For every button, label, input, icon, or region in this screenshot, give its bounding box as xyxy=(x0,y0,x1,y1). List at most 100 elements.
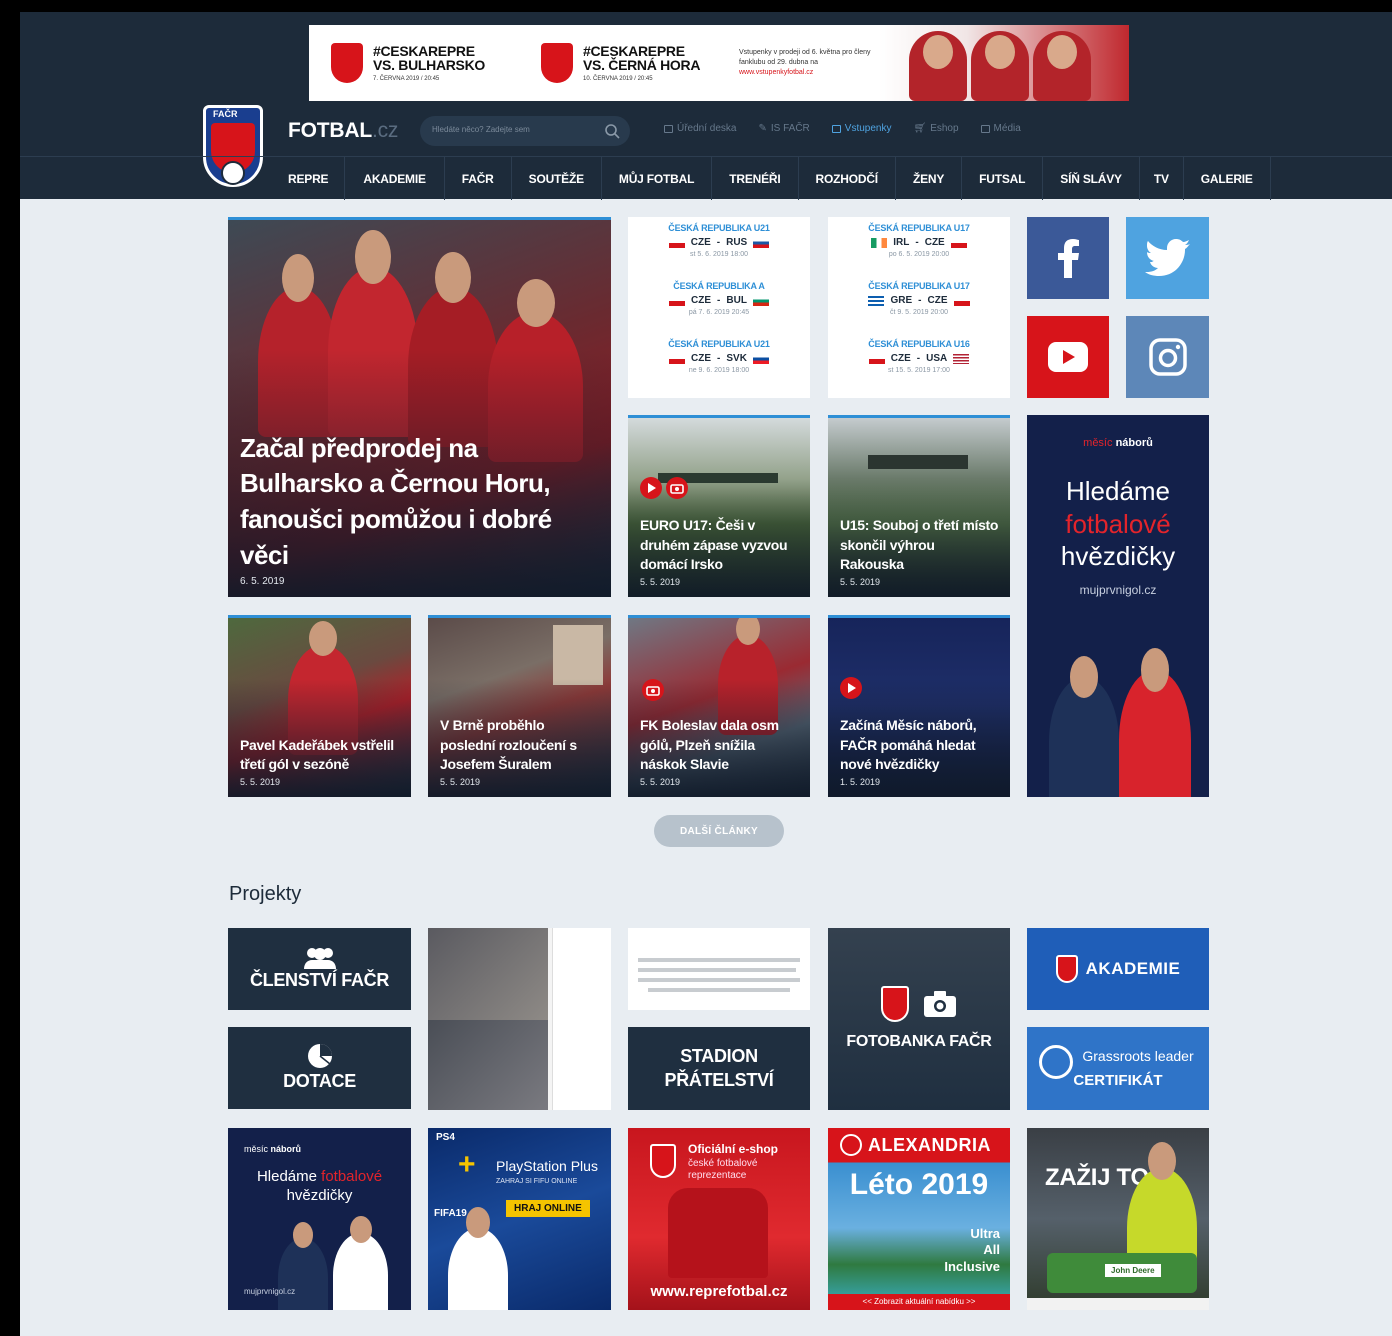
article-title[interactable]: Pavel Kadeřábek vstřelil třetí gól v sez… xyxy=(240,736,401,775)
nav-item-tv[interactable]: TV xyxy=(1140,157,1184,200)
ad-line-1: Oficiální e-shop xyxy=(688,1142,779,1156)
article-title[interactable]: FK Boleslav dala osm gólů, Plzeň snížila… xyxy=(640,716,800,775)
article-title[interactable]: Začal předprodej na Bulharsko a Černou H… xyxy=(240,431,601,575)
util-label: Média xyxy=(993,123,1021,134)
match-result[interactable]: ČESKÁ REPUBLIKA A CZE - BUL pá 7. 6. 2019 … xyxy=(628,281,810,339)
search-input[interactable]: Hledáte něco? Zadejte sem xyxy=(432,125,530,134)
nav-item-facr[interactable]: FAČR xyxy=(445,157,512,200)
youtube-button[interactable] xyxy=(1027,316,1109,398)
nav-item-futsal[interactable]: FUTSAL xyxy=(962,157,1044,200)
cz-shield-icon xyxy=(541,43,573,83)
projects-heading: Projekty xyxy=(229,883,302,905)
child-figure xyxy=(333,1216,388,1310)
match-result[interactable]: ČESKÁ REPUBLIKA U21 CZE - RUS st 5. 6. 201… xyxy=(628,223,810,281)
nav-item-muj-fotbal[interactable]: MŮJ FOTBAL xyxy=(602,157,713,200)
utility-links: Úřední deska ✎ IS FAČR Vstupenky 🛒︎ Eshop … xyxy=(664,123,1021,134)
player-figure xyxy=(328,229,418,437)
fashion-ad-tile[interactable] xyxy=(428,928,611,1110)
banner-players-image xyxy=(879,25,1129,101)
ad-line-1: Ultra xyxy=(970,1226,1000,1241)
site-name[interactable]: FOTBAL.cz xyxy=(288,119,398,143)
nav-item-rozhodci[interactable]: ROZHODČÍ xyxy=(799,157,896,200)
text-line xyxy=(648,988,790,992)
banner-tag: #CESKAREPRE xyxy=(373,42,475,59)
match-date: pá 7. 6. 2019 20:45 xyxy=(688,309,750,316)
nav-item-galerie[interactable]: GALERIE xyxy=(1184,157,1271,200)
article-main[interactable]: Začal předprodej na Bulharsko a Černou H… xyxy=(228,217,611,597)
away-team: BUL xyxy=(726,295,747,306)
util-eshop[interactable]: 🛒︎ Eshop xyxy=(913,123,958,134)
util-board[interactable]: Úřední deska xyxy=(664,123,736,134)
playstation-ad-tile[interactable]: PS4 + PlayStation Plus ZAHRAJ SI FIFU ON… xyxy=(428,1128,611,1310)
deere-ad-tile[interactable]: ZAŽIJ TO John Deere xyxy=(1027,1128,1209,1310)
facebook-button[interactable] xyxy=(1027,217,1109,299)
ad-brand-main: náborů xyxy=(270,1144,302,1154)
membership-tile[interactable]: ČLENSTVÍ FAČR xyxy=(228,928,411,1010)
away-team: USA xyxy=(926,353,948,364)
twitter-button[interactable] xyxy=(1126,217,1209,299)
video-icon xyxy=(840,677,862,699)
search-icon[interactable] xyxy=(604,123,620,139)
nav-item-repre[interactable]: REPRE xyxy=(272,157,346,200)
team-label: ČESKÁ REPUBLIKA U16 xyxy=(868,339,970,349)
search-box[interactable]: Hledáte něco? Zadejte sem xyxy=(420,116,630,146)
media-badges xyxy=(640,477,688,499)
article-tile[interactable]: FK Boleslav dala osm gólů, Plzeň snížila… xyxy=(628,615,810,797)
article-title[interactable]: V Brně proběhlo poslední rozloučení s Jo… xyxy=(440,716,601,775)
media-badges xyxy=(840,677,862,704)
util-tickets[interactable]: Vstupenky xyxy=(831,123,892,134)
instagram-button[interactable] xyxy=(1126,316,1209,398)
instagram-icon xyxy=(1148,338,1187,376)
main-nav-bar: REPRE AKADEMIE FAČR SOUTĚŽE MŮJ FOTBAL T… xyxy=(20,156,1392,200)
board-icon xyxy=(664,124,673,133)
match-result[interactable]: ČESKÁ REPUBLIKA U17 GRE - CZE čt 9. 5. 201… xyxy=(828,281,1010,339)
util-label: Úřední deska xyxy=(677,123,737,134)
away-team: SVK xyxy=(726,353,747,364)
nav-item-akademie[interactable]: AKADEMIE xyxy=(345,157,445,200)
stadium-stand xyxy=(868,455,968,469)
ad-line-2: české fotbalové reprezentace xyxy=(688,1158,758,1181)
photobank-tile[interactable]: FOTOBANKA FAČR xyxy=(828,928,1010,1110)
util-media[interactable]: Média xyxy=(980,123,1021,134)
article-tile[interactable]: Pavel Kadeřábek vstřelil třetí gól v sez… xyxy=(228,615,411,797)
nav-item-souteze[interactable]: SOUTĚŽE xyxy=(512,157,602,200)
article-title[interactable]: Začíná Měsíc náborů, FAČR pomáhá hledat … xyxy=(840,716,1000,775)
academy-tile[interactable]: AKADEMIE xyxy=(1027,928,1209,1010)
eshop-ad-tile[interactable]: Oficiální e-shop české fotbalové repreze… xyxy=(628,1128,810,1310)
banner-info-text: Vstupenky v prodeji od 6. května pro čle… xyxy=(739,49,871,67)
article-title[interactable]: EURO U17: Češi v druhém zápase vyzvou do… xyxy=(640,516,800,575)
match-result[interactable]: ČESKÁ REPUBLIKA U21 CZE - SVK ne 9. 6. 201… xyxy=(628,339,810,397)
player-figure xyxy=(408,251,498,447)
article-tile[interactable]: Začíná Měsíc náborů, FAČR pomáhá hledat … xyxy=(828,615,1010,797)
ad-headline: Hledáme fotbalové hvězdičky xyxy=(228,1168,411,1206)
away-team: CZE xyxy=(924,237,945,248)
grassroots-tile[interactable]: Grassroots leader CERTIFIKÁT xyxy=(1027,1027,1209,1110)
article-tile[interactable]: EURO U17: Češi v druhém zápase vyzvou do… xyxy=(628,415,810,597)
ticket-banner[interactable]: #CESKAREPRE VS. BULHARSKO 7. ČERVNA 2019… xyxy=(309,25,1129,101)
banner-info: Vstupenky v prodeji od 6. května pro čle… xyxy=(729,48,879,77)
flag-usa-icon xyxy=(953,353,970,364)
stadium-tile[interactable]: STADION PŘÁTELSTVÍ xyxy=(628,1027,810,1110)
match-date: čt 9. 5. 2019 20:00 xyxy=(890,309,948,316)
cart-icon: 🛒︎ xyxy=(913,123,927,134)
match-result[interactable]: ČESKÁ REPUBLIKA U17 IRL - CZE po 6. 5. 201… xyxy=(828,223,1010,281)
recruit-ad-tile[interactable]: měsíc náborů Hledáme fotbalové hvězdičky… xyxy=(228,1128,411,1310)
banner-opponent: VS. ČERNÁ HORA xyxy=(583,57,701,74)
grants-tile[interactable]: DOTACE xyxy=(228,1027,411,1109)
alexandria-ad-tile[interactable]: ALEXANDRIA Léto 2019 Ultra All Inclusive… xyxy=(828,1128,1010,1310)
util-is[interactable]: ✎ IS FAČR xyxy=(758,123,809,134)
friendship-info-tile[interactable] xyxy=(628,928,810,1010)
ad-link[interactable]: << Zobrazit aktuální nabídku >> xyxy=(828,1294,1010,1310)
more-articles-button[interactable]: DALŠÍ ČLÁNKY xyxy=(654,815,784,847)
nav-item-treneri[interactable]: TRENÉŘI xyxy=(712,157,799,200)
article-title[interactable]: U15: Souboj o třetí místo skončil výhrou… xyxy=(840,516,1000,575)
article-tile[interactable]: V Brně proběhlo poslední rozloučení s Jo… xyxy=(428,615,611,797)
nav-item-sin-slavy[interactable]: SÍŇ SLÁVY xyxy=(1043,157,1140,200)
ad-button[interactable]: HRAJ ONLINE xyxy=(506,1200,590,1217)
recruit-ad-side[interactable]: měsíc náborů Hledáme fotbalové hvězdičky… xyxy=(1027,415,1209,797)
match-result[interactable]: ČESKÁ REPUBLIKA U16 CZE - USA st 15. 5. 20… xyxy=(828,339,1010,397)
nav-item-zeny[interactable]: ŽENY xyxy=(896,157,963,200)
article-tile[interactable]: U15: Souboj o třetí místo skončil výhrou… xyxy=(828,415,1010,597)
banner-info-link[interactable]: www.vstupenkyfotbal.cz xyxy=(739,69,813,76)
util-label: Vstupenky xyxy=(844,123,892,134)
